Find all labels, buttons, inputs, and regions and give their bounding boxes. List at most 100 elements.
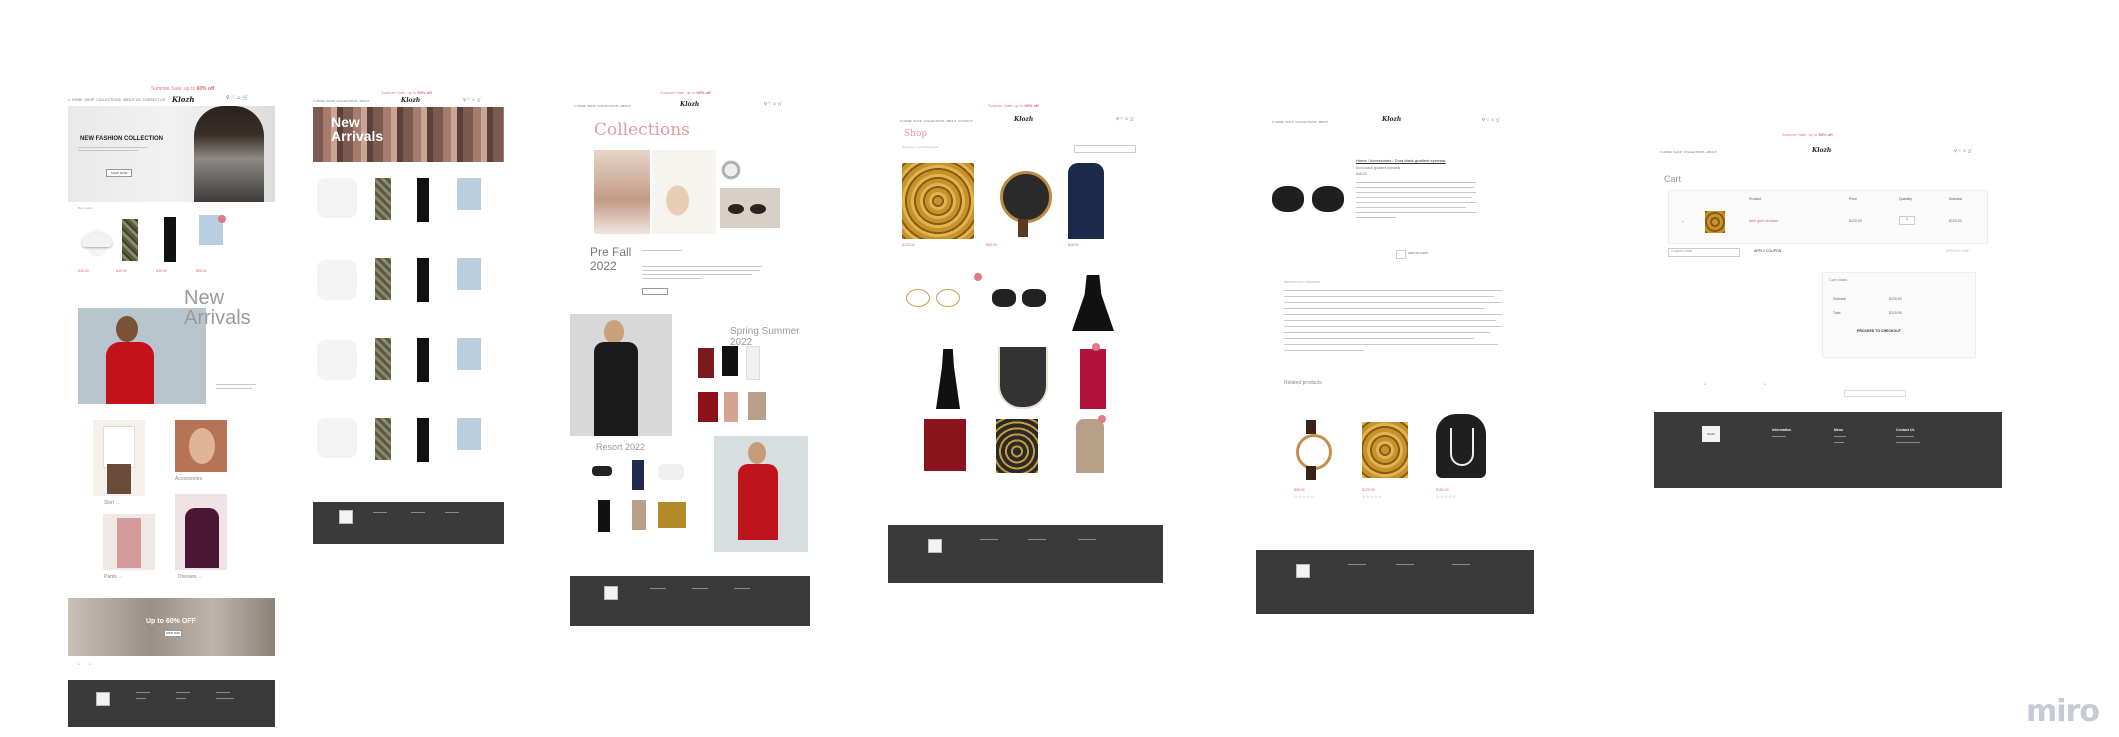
resort-title: Resort 2022	[596, 442, 646, 452]
related-products-title: Related products	[1284, 380, 1322, 386]
product-gold-necklace[interactable]	[996, 419, 1038, 473]
apply-coupon-button[interactable]: APPLY COUPON	[1754, 249, 1781, 253]
header-icons[interactable]: ⚲♡☺🛒	[226, 95, 249, 101]
miro-board[interactable]: Summer Sale: up to 60% off ≡ HOME SHOP C…	[0, 0, 2119, 737]
category-pants-label[interactable]: Pants →	[104, 574, 123, 580]
spring-summer-title: Spring Summer 2022	[730, 326, 800, 348]
site-logo[interactable]: Klozh	[680, 101, 699, 108]
site-logo[interactable]: Klozh	[172, 95, 194, 104]
product-price: $45.00	[1356, 172, 1367, 176]
sale-banner-text: Up to 60% OFF	[146, 618, 196, 625]
product-red-skirt[interactable]	[924, 419, 966, 471]
product-navy-dress[interactable]	[1068, 163, 1104, 239]
hero-banner[interactable]: NEW FASHION COLLECTION SHOP NOW	[68, 106, 275, 202]
footer-logo[interactable]	[96, 692, 110, 706]
spring-products[interactable]	[698, 346, 798, 426]
frame-collections[interactable]: Summer Sale: up to 60% off ≡ HOME SHOP C…	[570, 90, 810, 630]
frame-product[interactable]: ≡ HOME SHOP COLLECTIONS ABOUT Klozh ⚲♡☺🛒…	[1256, 110, 1534, 614]
collection-image-heels[interactable]	[652, 150, 716, 234]
category-dresses-image[interactable]	[175, 494, 227, 570]
category-accessories-label[interactable]: Accessories	[175, 476, 202, 482]
hero-shop-button[interactable]: SHOP NOW	[106, 169, 132, 177]
category-skirt-label[interactable]: Skirt →	[104, 500, 120, 506]
product-black-dress[interactable]	[1072, 275, 1114, 331]
product-name: Dora black gradient eyewear	[1356, 166, 1401, 170]
product-pink-dress[interactable]	[1080, 349, 1106, 409]
sort-select[interactable]	[1074, 145, 1136, 153]
cart-item-name[interactable]: Ariel gold necklace	[1749, 219, 1778, 223]
proceed-to-checkout-button[interactable]: PROCEED TO CHECKOUT	[1857, 329, 1901, 333]
category-accessories-image[interactable]	[175, 420, 227, 472]
cart-title: Cart	[1664, 174, 1682, 184]
product-gold-chain[interactable]	[902, 163, 974, 239]
hero-title: New Arrivals	[331, 114, 384, 144]
product-beige-dress[interactable]	[1076, 419, 1104, 473]
sale-banner-button[interactable]: SHOP NOW	[164, 630, 182, 637]
footer	[68, 680, 275, 727]
hero-model-image	[194, 106, 264, 202]
site-logo[interactable]: Klozh	[1382, 116, 1401, 123]
promo-bar: Summer Sale: up to 60% off	[660, 90, 711, 95]
miro-watermark: miro	[2026, 694, 2100, 729]
promo-bar: Summer Sale: up to 60% off	[988, 103, 1039, 108]
frame-home[interactable]: Summer Sale: up to 60% off ≡ HOME SHOP C…	[68, 82, 275, 727]
product-black-gown[interactable]	[936, 349, 960, 409]
product-gold-glasses[interactable]	[906, 287, 962, 307]
collection-image-woman[interactable]	[594, 150, 650, 234]
sale-banner[interactable]: Up to 60% OFF SHOP NOW	[68, 598, 275, 656]
related-product-gold-chain[interactable]	[1362, 422, 1408, 478]
add-to-cart-button[interactable]: ADD TO CART	[1408, 251, 1428, 255]
newsletter-input[interactable]	[1844, 390, 1906, 397]
site-logo[interactable]: Klozh	[1014, 116, 1033, 123]
footer	[570, 576, 810, 626]
product-grid[interactable]	[317, 178, 504, 508]
resort-products[interactable]	[592, 460, 692, 532]
site-logo[interactable]: Klozh	[1812, 147, 1831, 154]
category-pants-image[interactable]	[103, 514, 155, 570]
collection-image-sunglasses[interactable]	[720, 188, 780, 228]
product-watch[interactable]	[986, 163, 1058, 239]
section-label: Best sellers	[78, 206, 94, 210]
promo-bar: Summer Sale: up to 60% off	[1782, 132, 1833, 137]
footer	[888, 525, 1163, 583]
related-product-pearl-necklace[interactable]	[1436, 414, 1486, 478]
prefall-image[interactable]	[570, 314, 672, 436]
footer: Klozh Information Menu Contact Us	[1654, 412, 2002, 488]
footer	[313, 502, 504, 544]
product-black-pants[interactable]	[164, 217, 176, 262]
new-arrivals-title: New Arrivals	[184, 287, 251, 329]
category-dresses-label[interactable]: Dresses →	[178, 574, 203, 580]
promo-bar: Summer Sale: up to 60% off	[381, 90, 432, 95]
quantity-input[interactable]	[1396, 250, 1406, 259]
product-image-sunglasses	[1272, 180, 1346, 216]
red-dress-image[interactable]	[714, 436, 808, 552]
frame-shop[interactable]: Summer Sale: up to 60% off ≡ HOME SHOP C…	[888, 101, 1163, 593]
prefall-title: Pre Fall 2022	[590, 245, 632, 273]
cart-item-image	[1705, 211, 1725, 233]
related-product-watch[interactable]	[1294, 420, 1332, 480]
hero-title: NEW FASHION COLLECTION	[80, 136, 163, 142]
cart-totals: Cart totals Subtotal $120.00 Total $120.…	[1822, 272, 1976, 358]
frame-cart[interactable]: Summer Sale: up to 60% off ≡ HOME SHOP C…	[1654, 130, 2002, 488]
collection-image-watch[interactable]	[720, 152, 742, 188]
update-cart-button[interactable]: UPDATE CART	[1946, 249, 1970, 253]
product-sneakers[interactable]	[78, 219, 116, 259]
promo-bar: Summer Sale: up to 60% off	[151, 86, 215, 92]
main-nav[interactable]: ≡ HOME SHOP COLLECTIONS ABOUT US CONTACT…	[68, 98, 165, 102]
remove-item-icon[interactable]: ✕	[1681, 219, 1684, 224]
coupon-input[interactable]: Coupon code	[1668, 248, 1740, 257]
category-skirt-image[interactable]	[93, 420, 145, 496]
footer	[1256, 550, 1534, 614]
product-camo-pants[interactable]	[122, 219, 138, 261]
product-sunglasses[interactable]	[988, 287, 1050, 309]
shop-title: Shop	[904, 129, 928, 139]
quantity-field[interactable]: 1	[1899, 216, 1915, 225]
footer-logo[interactable]: Klozh	[1702, 426, 1720, 442]
frame-new-arrivals[interactable]: Summer Sale: up to 60% off ≡ HOME SHOP C…	[313, 88, 504, 548]
site-logo[interactable]: Klozh	[401, 97, 420, 104]
product-pearl-necklace[interactable]	[998, 347, 1048, 409]
breadcrumb[interactable]: Home / Accessories / Dora black gradient…	[1356, 158, 1446, 163]
hero-banner: New Arrivals	[313, 107, 504, 162]
collections-title: Collections	[594, 120, 690, 140]
cart-table: Product Price Quantity Subtotal ✕ Ariel …	[1668, 190, 1988, 244]
